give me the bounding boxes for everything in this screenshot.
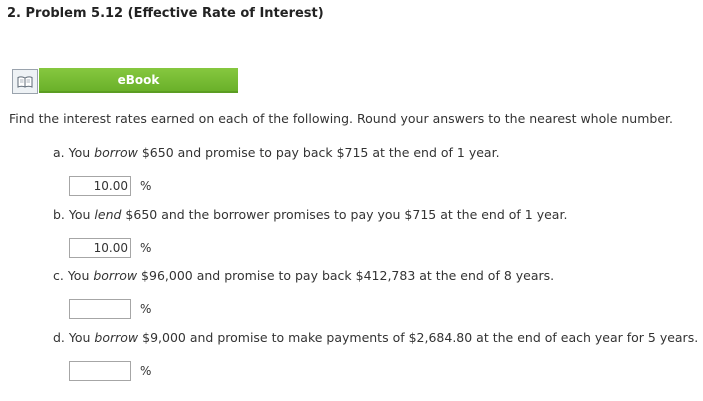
- question-b: b. You lend $650 and the borrower promis…: [53, 207, 567, 222]
- question-c-verb: borrow: [93, 268, 138, 283]
- percent-label-b: %: [140, 241, 152, 255]
- question-c-prefix: c. You: [53, 268, 94, 283]
- question-a-suffix: $650 and promise to pay back $715 at the…: [137, 145, 500, 160]
- book-icon: [17, 75, 33, 88]
- question-b-prefix: b. You: [53, 207, 95, 222]
- ebook-button[interactable]: eBook: [39, 68, 238, 93]
- answer-input-d[interactable]: [69, 361, 131, 381]
- question-b-suffix: $650 and the borrower promises to pay yo…: [121, 207, 568, 222]
- question-d-prefix: d. You: [53, 330, 95, 345]
- question-a-prefix: a. You: [53, 145, 95, 160]
- question-c-suffix: $96,000 and promise to pay back $412,783…: [137, 268, 555, 283]
- answer-row-c: %: [69, 299, 151, 319]
- question-d: d. You borrow $9,000 and promise to make…: [53, 330, 698, 345]
- question-c: c. You borrow $96,000 and promise to pay…: [53, 268, 554, 283]
- answer-row-a: %: [69, 176, 151, 196]
- ebook-button-label: eBook: [117, 72, 160, 87]
- percent-label-c: %: [140, 302, 152, 316]
- question-d-suffix: $9,000 and promise to make payments of $…: [138, 330, 699, 345]
- question-b-verb: lend: [94, 207, 122, 222]
- question-a: a. You borrow $650 and promise to pay ba…: [53, 145, 500, 160]
- percent-label-d: %: [140, 364, 152, 378]
- answer-input-b[interactable]: [69, 238, 131, 258]
- question-a-verb: borrow: [94, 145, 138, 160]
- ebook-icon-button[interactable]: [12, 69, 38, 94]
- answer-input-c[interactable]: [69, 299, 131, 319]
- problem-title: 2. Problem 5.12 (Effective Rate of Inter…: [7, 6, 324, 21]
- question-d-verb: borrow: [94, 330, 139, 345]
- answer-input-a[interactable]: [69, 176, 131, 196]
- percent-label-a: %: [140, 179, 152, 193]
- answer-row-b: %: [69, 238, 151, 258]
- answer-row-d: %: [69, 361, 151, 381]
- instructions-text: Find the interest rates earned on each o…: [9, 111, 673, 126]
